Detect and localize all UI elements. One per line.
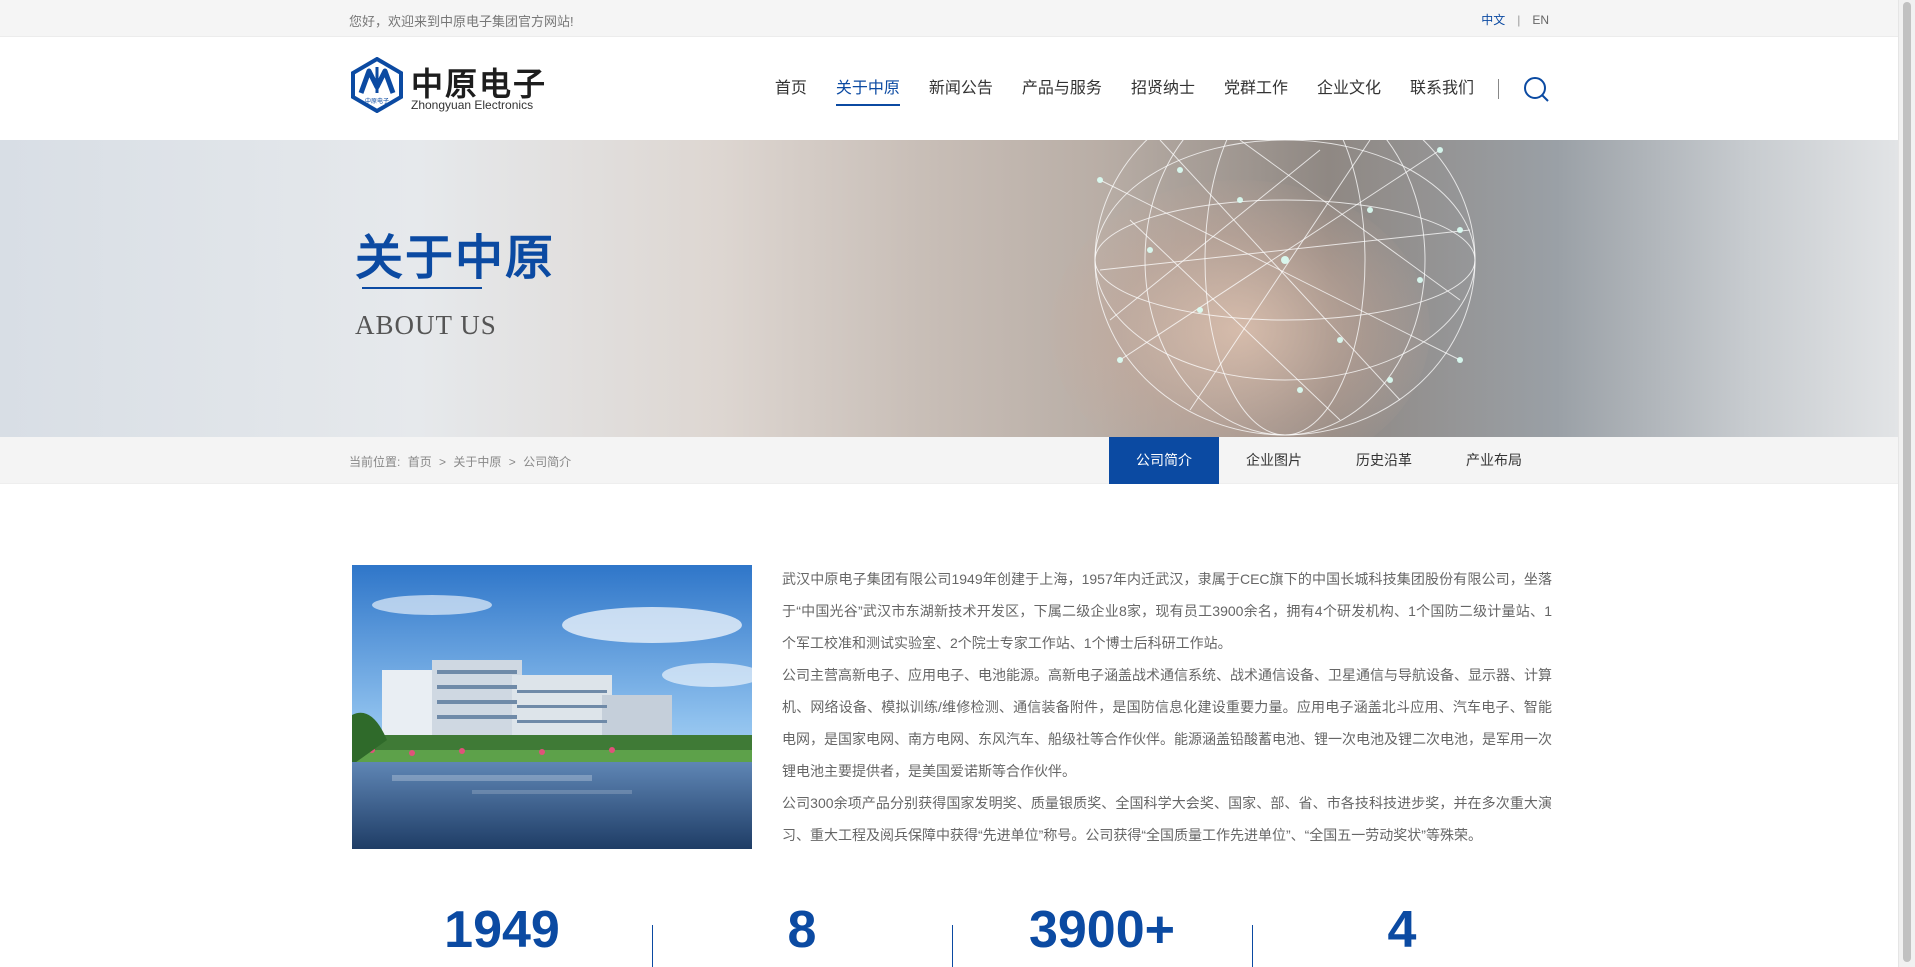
banner-subtitle: ABOUT US	[355, 310, 497, 340]
lang-separator: |	[1517, 13, 1521, 27]
search-button[interactable]	[1523, 76, 1549, 102]
breadcrumb-separator: >	[508, 455, 516, 469]
nav-item-party[interactable]: 党群工作	[1224, 37, 1288, 140]
tab-industry-layout[interactable]: 产业布局	[1439, 437, 1549, 484]
welcome-text: 您好，欢迎来到中原电子集团官方网站!	[349, 14, 574, 29]
breadcrumb: 当前位置: 首页 > 关于中原 > 公司简介	[349, 453, 575, 470]
breadcrumb-home-link[interactable]: 首页	[408, 455, 432, 469]
tab-history[interactable]: 历史沿革	[1329, 437, 1439, 484]
nav-item-home[interactable]: 首页	[775, 37, 807, 140]
company-building-photo	[352, 565, 752, 849]
page: 您好，欢迎来到中原电子集团官方网站! 中文 | EN 中原电子 中原电子 Zhong…	[0, 0, 1898, 967]
scrollbar-thumb[interactable]	[1903, 2, 1911, 962]
sub-navigation-bar: 当前位置: 首页 > 关于中原 > 公司简介 公司简介 企业图片 历史沿革 产业…	[0, 437, 1898, 484]
site-logo[interactable]: 中原电子 中原电子 Zhongyuan Electronics	[349, 57, 549, 117]
banner-title: 关于中原	[355, 230, 556, 286]
search-icon	[1524, 76, 1549, 102]
language-switcher: 中文 | EN	[1481, 11, 1549, 28]
company-intro-text: 武汉中原电子集团有限公司1949年创建于上海，1957年内迁武汉，隶属于CEC旗…	[782, 563, 1552, 851]
stat-founded-year: 1949	[444, 901, 560, 959]
tab-company-pictures[interactable]: 企业图片	[1219, 437, 1329, 484]
page-scrollbar[interactable]	[1898, 0, 1915, 967]
nav-item-products[interactable]: 产品与服务	[1022, 37, 1102, 140]
company-stats: 1949 8 3900+ 4	[352, 900, 1552, 967]
sub-tabs: 公司简介 企业图片 历史沿革 产业布局	[1109, 437, 1549, 484]
nav-item-careers[interactable]: 招贤纳士	[1131, 37, 1195, 140]
breadcrumb-separator: >	[439, 455, 447, 469]
breadcrumb-prefix: 当前位置:	[349, 455, 401, 469]
page-banner: 关于中原 ABOUT US	[0, 140, 1898, 437]
nav-item-culture[interactable]: 企业文化	[1317, 37, 1381, 140]
breadcrumb-current: 公司简介	[523, 455, 572, 469]
banner-network-globe-image	[1094, 140, 1476, 436]
breadcrumb-section-link[interactable]: 关于中原	[453, 455, 501, 469]
top-bar: 您好，欢迎来到中原电子集团官方网站! 中文 | EN	[0, 0, 1898, 37]
nav-item-about[interactable]: 关于中原	[835, 37, 900, 140]
main-nav: 首页 关于中原 新闻公告 产品与服务 招贤纳士 党群工作 企业文化 联系我们	[746, 37, 1549, 140]
lang-cn-link[interactable]: 中文	[1481, 13, 1505, 27]
stat-research-institutes: 4	[1387, 901, 1417, 959]
logo-emblem-icon: 中原电子	[351, 57, 403, 113]
logo-badge-text: 中原电子	[365, 97, 389, 105]
stat-employees: 3900+	[1028, 901, 1176, 959]
intro-paragraph: 公司300余项产品分别获得国家发明奖、质量银质奖、全国科学大会奖、国家、部、省、…	[782, 795, 1552, 843]
intro-paragraph: 公司主营高新电子、应用电子、电池能源。高新电子涵盖战术通信系统、战术通信设备、卫…	[782, 667, 1552, 779]
stat-subsidiaries: 8	[787, 901, 817, 959]
banner-title-underline	[362, 287, 482, 289]
nav-divider	[1498, 78, 1499, 99]
tab-company-profile[interactable]: 公司简介	[1109, 437, 1219, 484]
lang-en-link[interactable]: EN	[1532, 13, 1549, 27]
intro-paragraph: 武汉中原电子集团有限公司1949年创建于上海，1957年内迁武汉，隶属于CEC旗…	[782, 571, 1552, 651]
nav-item-contact[interactable]: 联系我们	[1410, 37, 1474, 140]
nav-item-news[interactable]: 新闻公告	[929, 37, 993, 140]
header: 中原电子 中原电子 Zhongyuan Electronics 首页 关于中原 …	[0, 37, 1898, 140]
logo-title-en: Zhongyuan Electronics	[411, 98, 534, 112]
